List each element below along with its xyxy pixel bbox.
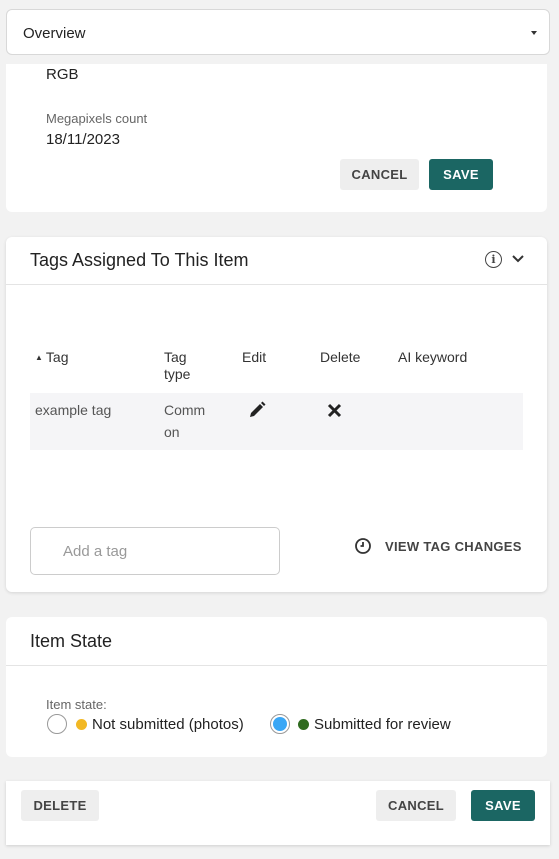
column-header-edit: Edit bbox=[242, 349, 267, 365]
column-header-tag-label: Tag bbox=[45, 349, 69, 365]
tags-card-title: Tags Assigned To This Item bbox=[30, 250, 249, 270]
radio-submitted-for-review[interactable] bbox=[270, 714, 290, 734]
footer-action-bar: DELETE CANCEL SAVE bbox=[6, 781, 550, 845]
view-tag-changes-button[interactable]: VIEW TAG CHANGES bbox=[354, 534, 522, 558]
divider bbox=[6, 665, 547, 666]
footer-cancel-button[interactable]: CANCEL bbox=[376, 790, 456, 821]
info-icon[interactable]: i bbox=[485, 251, 502, 268]
view-tag-changes-label: VIEW TAG CHANGES bbox=[385, 538, 522, 554]
details-cancel-button[interactable]: CANCEL bbox=[340, 159, 419, 190]
section-select-value: Overview bbox=[23, 25, 86, 42]
status-dot-green bbox=[298, 719, 309, 730]
chevron-down-icon[interactable] bbox=[511, 253, 525, 265]
status-dot-yellow bbox=[76, 719, 87, 730]
divider bbox=[6, 284, 547, 285]
pencil-icon[interactable] bbox=[248, 401, 266, 419]
history-clock-icon bbox=[355, 538, 371, 554]
delete-x-icon[interactable] bbox=[327, 403, 342, 418]
add-tag-input[interactable] bbox=[30, 527, 280, 575]
column-header-tag[interactable]: ▲ Tag bbox=[35, 349, 69, 366]
column-header-delete: Delete bbox=[320, 349, 361, 365]
details-card: RGB Megapixels count 18/11/2023 CANCEL S… bbox=[6, 64, 547, 212]
color-mode-value: RGB bbox=[46, 66, 79, 83]
option-submitted-label: Submitted for review bbox=[314, 716, 451, 733]
megapixels-value: 18/11/2023 bbox=[46, 131, 120, 148]
megapixels-label: Megapixels count bbox=[46, 111, 148, 126]
column-header-ai-keyword[interactable]: AI keyword bbox=[398, 349, 467, 366]
tag-type-cell: Common bbox=[164, 402, 206, 440]
column-header-tag-type[interactable]: Tag type bbox=[164, 349, 208, 383]
sort-up-icon: ▲ bbox=[35, 353, 43, 362]
delete-button[interactable]: DELETE bbox=[21, 790, 99, 821]
radio-not-submitted[interactable] bbox=[47, 714, 67, 734]
details-save-button[interactable]: SAVE bbox=[429, 159, 493, 190]
chevron-down-icon bbox=[531, 31, 537, 35]
item-state-label: Item state: bbox=[46, 697, 107, 712]
footer-save-button[interactable]: SAVE bbox=[471, 790, 535, 821]
tags-card: Tags Assigned To This Item i ▲ Tag Tag t… bbox=[6, 237, 547, 592]
section-select[interactable]: Overview bbox=[6, 9, 550, 55]
item-state-card: Item State Item state: Not submitted (ph… bbox=[6, 617, 547, 757]
option-not-submitted-label: Not submitted (photos) bbox=[92, 716, 244, 733]
item-state-title: Item State bbox=[30, 631, 113, 651]
tag-cell: example tag bbox=[35, 402, 112, 418]
